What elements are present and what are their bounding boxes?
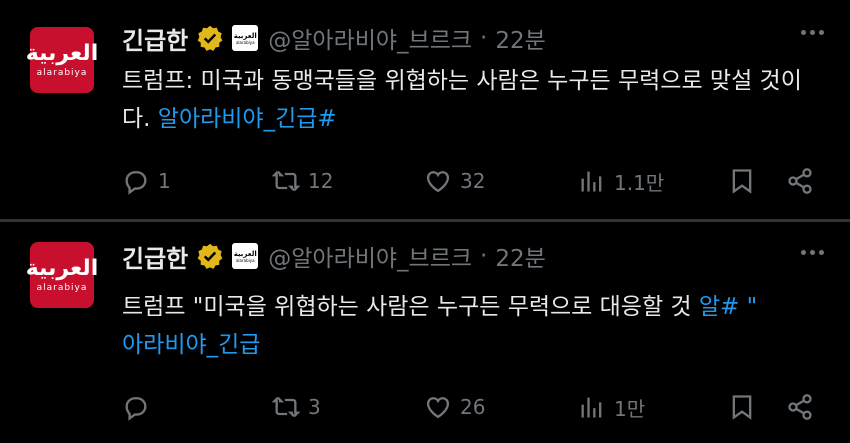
tweet-header: 긴급한 العربية alarabiya @알아라비야_브르크 · 22분 [122,238,546,274]
tweet-header: 긴급한 العربية alarabiya @알아라비야_브르크 · 22분 [122,20,546,56]
more-options-icon[interactable] [801,250,824,255]
timestamp[interactable]: 22분 [495,21,545,55]
heart-icon [426,171,450,193]
bookmark-button[interactable] [728,163,756,199]
heart-icon [426,397,450,419]
avatar-logo-arabic: العربية [25,41,99,66]
bookmark-icon [732,395,752,420]
view-count: 1만 [614,396,646,421]
share-button[interactable] [786,163,814,199]
more-options-icon[interactable] [801,30,824,35]
retweet-button[interactable]: 3 [272,389,321,425]
share-icon [788,168,812,194]
view-count: 1.1만 [614,170,665,195]
avatar-logo-latin: alarabiya [36,283,88,293]
share-icon [788,394,812,420]
reply-count: 1 [158,169,171,193]
affiliate-badge-arabic: العربية [233,31,257,40]
tweet-text: 트럼프: 미국과 동맹국들을 위협하는 사람은 누구든 무력으로 맞설 것이다.… [122,62,822,138]
retweet-icon [272,396,300,418]
action-bar: 1 12 32 1.1만 [122,163,822,199]
verified-badge-icon[interactable] [196,242,224,270]
like-button[interactable]: 32 [424,163,485,199]
tweet-text-content: 트럼프 "미국을 위협하는 사람은 누구든 무력으로 대응할 것 [122,294,699,320]
reply-icon [125,171,147,195]
views-chart-icon [581,171,602,192]
reply-button[interactable]: 1 [122,163,171,199]
avatar[interactable]: العربية alarabiya [26,27,98,93]
bookmark-button[interactable] [728,389,756,425]
affiliate-badge-latin: alarabiya [235,39,255,45]
affiliate-badge-latin: alarabiya [235,257,255,263]
bookmark-icon [732,169,752,194]
timestamp[interactable]: 22분 [495,239,545,273]
display-name[interactable]: 긴급한 [122,239,188,274]
views-button[interactable]: 1만 [578,389,645,425]
hashtag-link[interactable]: 알아라비야_긴급# [158,106,337,132]
affiliate-badge-arabic: العربية [233,249,257,258]
display-name[interactable]: 긴급한 [122,21,188,56]
timeline-feed: العربية alarabiya 긴급한 العربية alarabiya … [0,0,850,443]
avatar-logo-arabic: العربية [25,256,99,281]
share-button[interactable] [786,389,814,425]
reply-button[interactable] [122,389,158,425]
tweet[interactable]: العربية alarabiya 긴급한 العربية alarabiya … [0,0,850,219]
action-bar: 3 26 1만 [122,389,822,425]
avatar[interactable]: العربية alarabiya [26,242,98,308]
avatar-logo-latin: alarabiya [36,68,88,78]
retweet-count: 3 [308,395,321,419]
views-chart-icon [581,397,602,418]
like-count: 26 [460,395,486,419]
hashtag-link-continued[interactable]: 아라비야_긴급 [122,332,260,358]
user-handle[interactable]: @알아라비야_브르크 [268,21,472,55]
tweet[interactable]: العربية alarabiya 긴급한 العربية alarabiya … [0,222,850,443]
retweet-button[interactable]: 12 [272,163,333,199]
user-handle[interactable]: @알아라비야_브르크 [268,239,472,273]
affiliate-badge[interactable]: العربية alarabiya [232,243,259,269]
separator-dot: · [480,243,488,269]
hashtag-link[interactable]: 알# " [699,294,757,320]
retweet-count: 12 [308,169,334,193]
separator-dot: · [480,25,488,51]
verified-badge-icon[interactable] [196,24,224,52]
retweet-icon [272,170,300,192]
affiliate-badge[interactable]: العربية alarabiya [232,25,259,51]
views-button[interactable]: 1.1만 [578,163,664,199]
tweet-text: 트럼프 "미국을 위협하는 사람은 누구든 무력으로 대응할 것 알# " 아라비… [122,288,822,364]
reply-icon [125,397,147,421]
like-count: 32 [460,169,486,193]
like-button[interactable]: 26 [424,389,485,425]
